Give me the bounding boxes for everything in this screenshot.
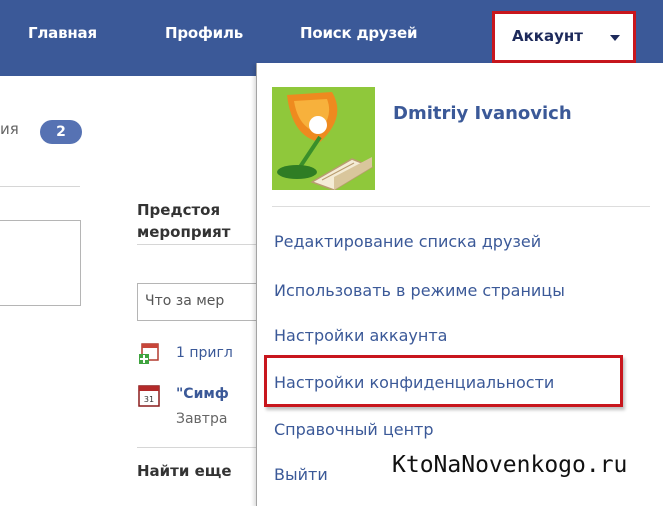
nav-find-friends-link[interactable]: Поиск друзей xyxy=(300,24,417,42)
watermark-text: KtoNaNovenkogo.ru xyxy=(392,452,628,478)
account-menu-button[interactable]: Аккаунт xyxy=(492,11,636,63)
menu-item-use-as-page[interactable]: Использовать в режиме страницы xyxy=(274,281,565,300)
events-bottom-divider xyxy=(137,447,262,448)
profile-name-link[interactable]: Dmitriy Ivanovich xyxy=(393,103,572,124)
left-input-box[interactable] xyxy=(0,220,81,306)
event-title-link[interactable]: "Симф xyxy=(176,386,229,402)
count-badge[interactable]: 2 xyxy=(40,120,82,144)
events-divider xyxy=(137,244,262,245)
left-column-label-fragment: ия xyxy=(0,120,19,138)
account-menu-label: Аккаунт xyxy=(512,27,583,45)
find-more-heading: Найти еще xyxy=(137,462,232,480)
site-watermark: KtoNaNovenkogo.ru xyxy=(392,444,663,506)
avatar[interactable] xyxy=(272,87,375,190)
privacy-settings-highlight xyxy=(264,355,623,407)
menu-item-help-center[interactable]: Справочный центр xyxy=(274,420,434,439)
dropdown-divider xyxy=(272,206,650,207)
chevron-down-icon xyxy=(610,35,620,41)
nav-home-link[interactable]: Главная xyxy=(28,24,97,42)
upcoming-events-heading: Предстоя мероприят xyxy=(137,201,231,241)
invite-icon xyxy=(139,343,159,364)
event-time: Завтра xyxy=(176,411,228,427)
nav-profile-link[interactable]: Профиль xyxy=(165,24,243,42)
menu-item-account-settings[interactable]: Настройки аккаунта xyxy=(274,326,447,345)
account-dropdown-menu: Dmitriy Ivanovich Редактирование списка … xyxy=(256,63,663,506)
svg-text:31: 31 xyxy=(144,395,154,404)
menu-item-logout[interactable]: Выйти xyxy=(274,465,328,484)
left-divider xyxy=(0,186,80,187)
invitation-link[interactable]: 1 пригл xyxy=(176,345,233,361)
menu-item-edit-friends[interactable]: Редактирование списка друзей xyxy=(274,232,541,251)
calendar-icon: 31 xyxy=(138,385,160,407)
lamp-and-book-avatar-image xyxy=(272,87,375,190)
